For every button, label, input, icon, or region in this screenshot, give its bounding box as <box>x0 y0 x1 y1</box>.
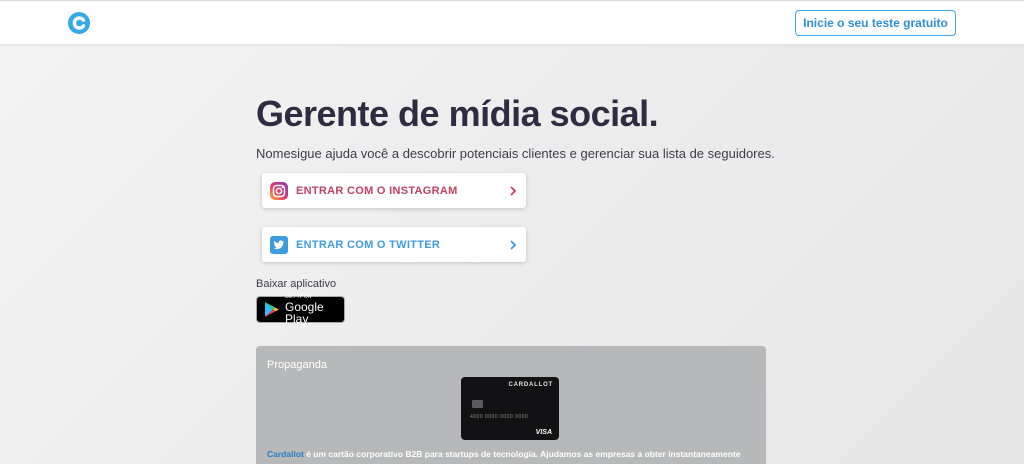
twitter-login-label: ENTRAR COM O TWITTER <box>296 238 441 251</box>
visa-logo: VISA <box>535 429 552 436</box>
google-play-small-text: GET IT ON <box>285 293 312 300</box>
start-free-trial-button[interactable]: Inicie o seu teste gratuito <box>795 10 956 36</box>
cardallot-logo-icon[interactable] <box>66 10 92 36</box>
login-twitter-button[interactable]: ENTRAR COM O TWITTER <box>262 227 526 262</box>
page-subtitle: Nomesigue ajuda você a descobrir potenci… <box>256 146 775 161</box>
instagram-icon <box>270 181 288 200</box>
ad-label: Propaganda <box>267 359 327 371</box>
ad-description: Cardallot é um cartão corporativo B2B pa… <box>267 449 762 459</box>
chevron-right-icon <box>509 239 517 250</box>
credit-card-image[interactable]: CARDALLOT 4000 0000 0000 0000 VISA <box>461 377 559 440</box>
twitter-icon <box>270 235 288 254</box>
google-play-big-text: Google Play <box>285 299 324 326</box>
top-navbar: Inicie o seu teste gratuito <box>0 0 1024 45</box>
google-play-icon <box>264 301 280 318</box>
advertisement-panel: Propaganda CARDALLOT 4000 0000 0000 0000… <box>256 346 766 464</box>
cardallot-link[interactable]: Cardallot <box>267 449 304 459</box>
card-brand: CARDALLOT <box>508 382 553 388</box>
card-number: 4000 0000 0000 0000 <box>470 414 529 420</box>
instagram-login-label: ENTRAR COM O INSTAGRAM <box>296 184 458 197</box>
page-title: Gerente de mídia social. <box>256 93 659 134</box>
ad-description-text: é um cartão corporativo B2B para startup… <box>303 449 741 459</box>
download-app-label: Baixar aplicativo <box>256 278 337 290</box>
card-chip-icon <box>472 400 483 408</box>
login-instagram-button[interactable]: ENTRAR COM O INSTAGRAM <box>262 173 526 208</box>
google-play-badge[interactable]: GET IT ON Google Play <box>256 293 345 326</box>
chevron-right-icon <box>509 185 517 196</box>
